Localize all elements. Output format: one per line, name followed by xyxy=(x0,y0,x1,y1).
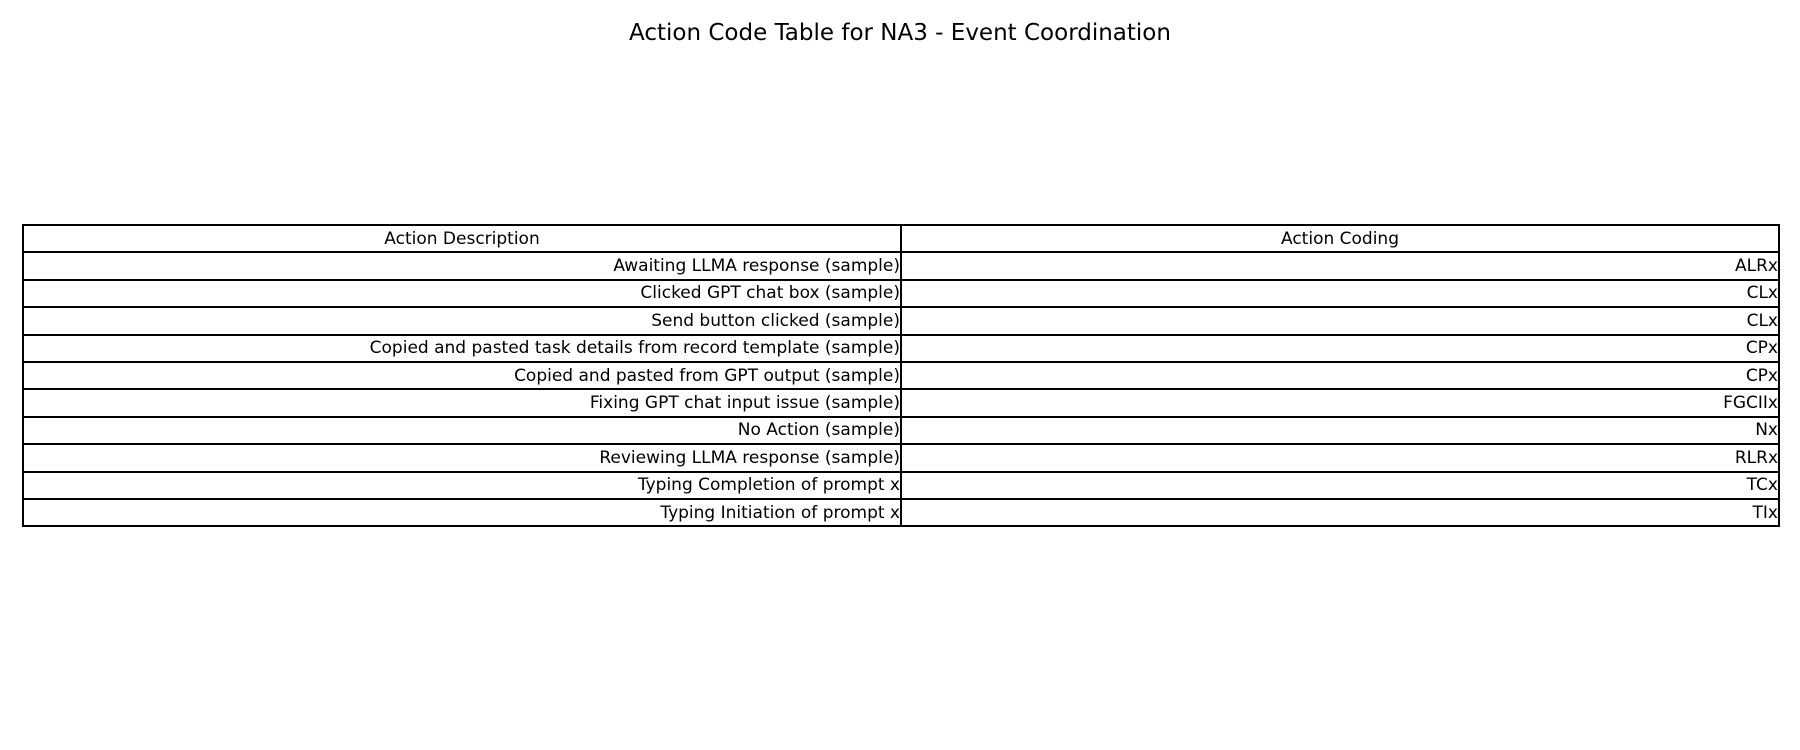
action-coding-cell: TCx xyxy=(900,470,1780,500)
table-row: Reviewing LLMA response (sample) RLRx xyxy=(22,443,1780,473)
action-coding-cell: FGCIIx xyxy=(900,388,1780,418)
action-description-cell: No Action (sample) xyxy=(22,415,902,446)
action-coding-cell: RLRx xyxy=(900,443,1780,473)
table-row: Typing Completion of prompt x TCx xyxy=(22,470,1780,500)
column-header-action-coding: Action Coding xyxy=(900,223,1780,254)
action-description-cell: Clicked GPT chat box (sample) xyxy=(22,278,902,309)
table-header-row: Action Description Action Coding xyxy=(22,223,1780,254)
table-body: Awaiting LLMA response (sample) ALRx Click… xyxy=(22,251,1780,528)
action-description-cell: Reviewing LLMA response (sample) xyxy=(22,443,902,473)
action-description-cell: Awaiting LLMA response (sample) xyxy=(22,251,902,281)
table-title: Action Code Table for NA3 - Event Coordi… xyxy=(629,20,1171,46)
action-coding-cell: CPx xyxy=(900,360,1780,391)
table-row: No Action (sample) Nx xyxy=(22,415,1780,446)
table-row: Typing Initiation of prompt x TIx xyxy=(22,497,1780,528)
column-header-action-description: Action Description xyxy=(22,223,902,254)
action-coding-cell: CLx xyxy=(900,278,1780,309)
table-row: Fixing GPT chat input issue (sample) FGCI… xyxy=(22,388,1780,418)
action-coding-cell: Nx xyxy=(900,415,1780,446)
action-description-cell: Typing Initiation of prompt x xyxy=(22,497,902,528)
table-row: Send button clicked (sample) CLx xyxy=(22,306,1780,336)
action-coding-cell: TIx xyxy=(900,497,1780,528)
table-row: Clicked GPT chat box (sample) CLx xyxy=(22,278,1780,309)
table-row: Copied and pasted task details from reco… xyxy=(22,333,1780,363)
table-row: Awaiting LLMA response (sample) ALRx xyxy=(22,251,1780,281)
action-coding-cell: CLx xyxy=(900,306,1780,336)
action-coding-cell: ALRx xyxy=(900,251,1780,281)
action-description-cell: Copied and pasted from GPT output (sampl… xyxy=(22,360,902,391)
action-description-cell: Copied and pasted task details from reco… xyxy=(22,333,902,363)
action-code-table: Action Description Action Coding Awaitin… xyxy=(22,223,1780,528)
action-description-cell: Fixing GPT chat input issue (sample) xyxy=(22,388,902,418)
action-coding-cell: CPx xyxy=(900,333,1780,363)
action-description-cell: Typing Completion of prompt x xyxy=(22,470,902,500)
action-description-cell: Send button clicked (sample) xyxy=(22,306,902,336)
table-row: Copied and pasted from GPT output (sampl… xyxy=(22,360,1780,391)
